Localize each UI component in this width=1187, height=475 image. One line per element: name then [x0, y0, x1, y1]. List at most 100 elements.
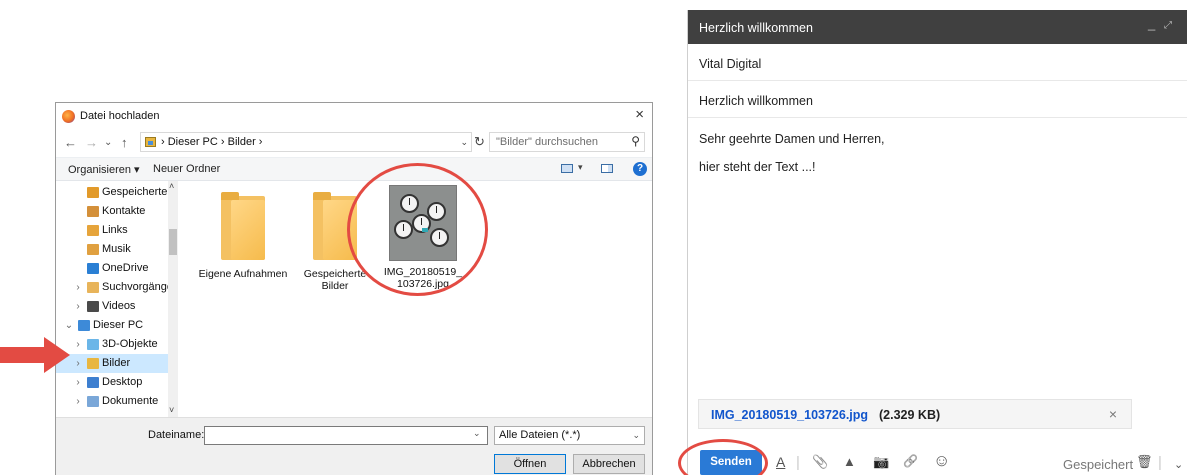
filename-input[interactable] — [204, 426, 488, 445]
sidebar-item-label: Gespeicherte S — [102, 186, 168, 198]
open-button[interactable]: Öffnen — [494, 454, 566, 474]
sidebar-item-dieser-pc[interactable]: ⌄ Dieser PC — [56, 316, 168, 335]
folder-icon — [87, 244, 99, 255]
view-dropdown-icon[interactable]: ▾ — [578, 162, 583, 173]
red-arrow-icon — [0, 337, 70, 373]
dialog-title-bar: Datei hochladen × — [56, 103, 652, 129]
scroll-up-icon[interactable]: ˄ — [169, 181, 174, 191]
sidebar-item-label: Videos — [102, 300, 136, 312]
pictures-folder-icon — [145, 137, 156, 147]
sidebar-item-gespeicherte-s[interactable]: Gespeicherte S — [56, 183, 168, 202]
folder-icon — [87, 263, 99, 274]
attachment-chip[interactable]: IMG_20180519_103726.jpg (2.329 KB) × — [698, 399, 1132, 429]
sidebar-item-label: Desktop — [102, 376, 143, 388]
emoji-icon[interactable]: ☺ — [933, 451, 950, 471]
toolbar-divider: | — [1158, 454, 1162, 471]
attachment-size: (2.329 KB) — [879, 408, 941, 422]
sidebar-item-bilder[interactable]: › Bilder — [56, 354, 168, 373]
filetype-value: Alle Dateien (*.*) — [499, 429, 581, 441]
close-icon[interactable]: × — [635, 106, 644, 123]
chevron-right-icon[interactable]: › — [73, 278, 83, 297]
filename-label: Dateiname: — [148, 429, 205, 441]
organize-menu[interactable]: Organisieren ▾ — [68, 163, 140, 176]
chevron-right-icon[interactable]: › — [73, 335, 83, 354]
folder-icon — [78, 320, 90, 331]
link-icon[interactable]: 🔗 — [903, 454, 918, 468]
sidebar-item-label: Links — [102, 224, 128, 236]
trash-icon[interactable]: 🗑 — [1136, 454, 1153, 470]
cancel-button[interactable]: Abbrechen — [573, 454, 645, 474]
new-folder-button[interactable]: Neuer Ordner — [153, 163, 220, 175]
help-icon[interactable]: ? — [633, 162, 647, 176]
attach-icon[interactable]: 📎 — [812, 454, 828, 470]
up-arrow-icon[interactable]: ↑ — [121, 135, 128, 150]
sidebar-item-videos[interactable]: › Videos — [56, 297, 168, 316]
sidebar-item-onedrive[interactable]: OneDrive — [56, 259, 168, 278]
compose-header: Herzlich willkommen _ ⤢ — [688, 10, 1187, 44]
navigation-pane: Gespeicherte S Kontakte Links Musik OneDrive… — [56, 181, 178, 417]
more-options-icon[interactable]: ⌄ — [1174, 458, 1183, 471]
folder-icon — [87, 339, 99, 350]
file-item-eigene-aufnahmen[interactable]: Eigene Aufnahmen — [198, 187, 288, 280]
chevron-down-icon[interactable]: ⌄ — [460, 133, 468, 151]
photo-icon[interactable]: 📷 — [873, 454, 889, 470]
chevron-right-icon[interactable]: › — [73, 373, 83, 392]
sidebar-item-dokumente[interactable]: › Dokumente — [56, 392, 168, 411]
sidebar-item-kontakte[interactable]: Kontakte — [56, 202, 168, 221]
scroll-thumb[interactable] — [169, 229, 177, 255]
preview-pane-icon[interactable] — [601, 164, 613, 173]
address-bar-row: ← → ⌄ ↑ › Dieser PC › Bilder › ⌄ ↻ "Bild… — [56, 129, 652, 157]
subject-value: Herzlich willkommen — [699, 94, 813, 108]
address-box[interactable]: › Dieser PC › Bilder › ⌄ — [140, 132, 472, 152]
sidebar-item-links[interactable]: Links — [56, 221, 168, 240]
chevron-right-icon[interactable]: › — [73, 392, 83, 411]
format-text-icon[interactable]: A — [776, 454, 785, 470]
compose-window: Herzlich willkommen _ ⤢ Vital Digital He… — [687, 10, 1187, 475]
chevron-right-icon[interactable]: › — [73, 354, 83, 373]
chevron-right-icon[interactable]: › — [73, 297, 83, 316]
folder-icon — [87, 358, 99, 369]
sidebar-item-label: 3D-Objekte — [102, 338, 158, 350]
subject-field[interactable]: Herzlich willkommen — [688, 81, 1187, 118]
sidebar-item-label: Bilder — [102, 357, 131, 369]
minimize-icon[interactable]: _ — [1148, 16, 1155, 31]
forward-arrow-icon[interactable]: → — [85, 135, 98, 150]
nav-scrollbar[interactable]: ˄ ˅ — [168, 181, 178, 417]
scroll-down-icon[interactable]: ˅ — [169, 405, 174, 415]
sidebar-item-label: Dieser PC — [93, 319, 144, 331]
filetype-select[interactable]: Alle Dateien (*.*) ⌄ — [494, 426, 645, 445]
dialog-toolbar: Organisieren ▾ Neuer Ordner ▾ ? — [56, 157, 652, 181]
saved-status: Gespeichert — [1063, 457, 1134, 472]
sidebar-item-desktop[interactable]: › Desktop — [56, 373, 168, 392]
dialog-bottom-bar: Dateiname: ⌄ Alle Dateien (*.*) ⌄ Öffnen… — [56, 417, 652, 475]
sidebar-item-suchvorgänge[interactable]: › Suchvorgänge — [56, 278, 168, 297]
drive-icon[interactable]: ▲ — [843, 454, 856, 469]
file-name: Eigene Aufnahmen — [198, 268, 288, 280]
search-input[interactable]: "Bilder" durchsuchen ⚲ — [489, 132, 645, 152]
recipient-field[interactable]: Vital Digital — [688, 44, 1187, 81]
search-icon[interactable]: ⚲ — [631, 134, 640, 148]
expand-icon[interactable]: ⤢ — [1164, 20, 1172, 31]
highlight-circle-file — [347, 163, 488, 296]
sidebar-item-musik[interactable]: Musik — [56, 240, 168, 259]
sidebar-item-3d-objekte[interactable]: › 3D-Objekte — [56, 335, 168, 354]
folder-icon — [87, 206, 99, 217]
attachment-name[interactable]: IMG_20180519_103726.jpg — [711, 408, 868, 422]
view-icon[interactable] — [561, 164, 573, 173]
message-body[interactable]: Sehr geehrte Damen und Herren, hier steh… — [699, 132, 885, 188]
compose-title: Herzlich willkommen — [699, 21, 813, 35]
remove-attachment-icon[interactable]: × — [1109, 406, 1117, 422]
breadcrumb[interactable]: › Dieser PC › Bilder › — [161, 133, 262, 151]
chevron-down-icon[interactable]: ⌄ — [473, 428, 481, 439]
sidebar-item-label: Kontakte — [102, 205, 146, 217]
sidebar-item-label: Musik — [102, 243, 131, 255]
dialog-title: Datei hochladen — [80, 110, 160, 122]
body-line: Sehr geehrte Damen und Herren, — [699, 132, 885, 146]
file-upload-dialog: Datei hochladen × ← → ⌄ ↑ › Dieser PC › … — [55, 102, 653, 475]
chevron-down-icon[interactable]: ⌄ — [632, 427, 640, 444]
back-arrow-icon[interactable]: ← — [64, 135, 77, 150]
recent-locations-icon[interactable]: ⌄ — [104, 137, 112, 148]
refresh-icon[interactable]: ↻ — [474, 134, 485, 150]
folder-icon — [87, 187, 99, 198]
chevron-down-icon[interactable]: ⌄ — [64, 316, 74, 335]
